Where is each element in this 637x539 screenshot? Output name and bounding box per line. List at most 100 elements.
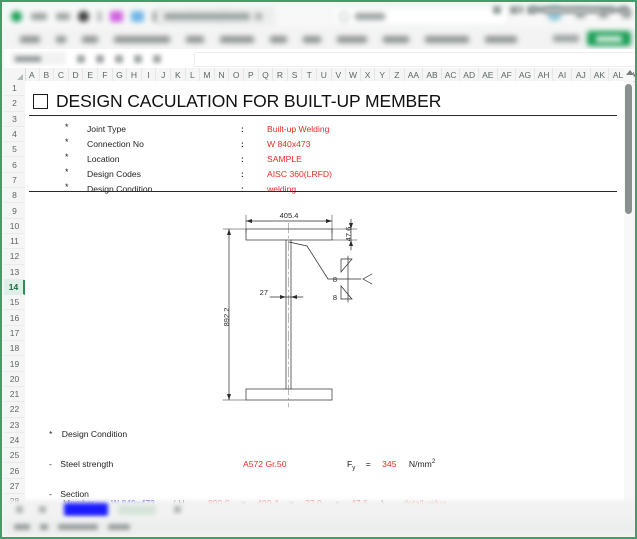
row-header-6[interactable]: 6 bbox=[4, 158, 25, 173]
row-header-1[interactable]: 1 bbox=[4, 81, 25, 97]
row-header-26[interactable]: 26 bbox=[4, 464, 25, 479]
prev-sheet-icon[interactable] bbox=[39, 506, 46, 513]
sheet-tab-active[interactable] bbox=[64, 503, 108, 516]
confirm-icon[interactable] bbox=[115, 54, 123, 63]
column-header-e[interactable]: E bbox=[83, 68, 98, 81]
vertical-scroll-thumb[interactable] bbox=[625, 84, 632, 214]
column-header-i[interactable]: I bbox=[142, 68, 157, 81]
row-header-17[interactable]: 17 bbox=[4, 326, 25, 342]
column-header-t[interactable]: T bbox=[302, 68, 317, 81]
column-header-p[interactable]: P bbox=[244, 68, 259, 81]
menu-review[interactable] bbox=[270, 35, 287, 43]
share-button[interactable] bbox=[587, 31, 631, 46]
column-header-k[interactable]: K bbox=[171, 68, 186, 81]
menu-plugins[interactable] bbox=[337, 35, 367, 43]
column-header-h[interactable]: H bbox=[127, 68, 142, 81]
column-header-aj[interactable]: AJ bbox=[572, 68, 591, 81]
brush-icon[interactable] bbox=[131, 11, 144, 22]
row-header-15[interactable]: 15 bbox=[4, 295, 25, 311]
quick-save-label[interactable] bbox=[31, 13, 47, 20]
row-header-12[interactable]: 12 bbox=[4, 249, 25, 265]
column-header-y[interactable]: Y bbox=[375, 68, 390, 81]
column-header-ae[interactable]: AE bbox=[479, 68, 498, 81]
row-header-18[interactable]: 18 bbox=[4, 341, 25, 357]
column-header-af[interactable]: AF bbox=[498, 68, 517, 81]
select-all-corner[interactable] bbox=[4, 68, 26, 81]
normal-view-icon[interactable] bbox=[493, 6, 501, 14]
column-header-b[interactable]: B bbox=[40, 68, 55, 81]
sheet-tab[interactable] bbox=[118, 504, 156, 515]
column-header-a[interactable]: A bbox=[25, 68, 40, 81]
document-title-cell[interactable]: DESIGN CACULATION FOR BUILT-UP MEMBER bbox=[33, 88, 613, 114]
row-header-14[interactable]: 14 bbox=[4, 279, 25, 296]
menu-data[interactable] bbox=[220, 35, 254, 43]
column-header-d[interactable]: D bbox=[69, 68, 84, 81]
formula-input[interactable] bbox=[194, 52, 635, 67]
column-header-q[interactable]: Q bbox=[259, 68, 274, 81]
column-header-u[interactable]: U bbox=[317, 68, 332, 81]
menu-cloud[interactable] bbox=[383, 35, 409, 43]
row-header-16[interactable]: 16 bbox=[4, 311, 25, 326]
preview-view-icon[interactable] bbox=[527, 6, 535, 14]
menu-special[interactable] bbox=[425, 35, 469, 43]
quick-open-label[interactable] bbox=[56, 13, 70, 20]
column-header-r[interactable]: R bbox=[273, 68, 288, 81]
column-header-o[interactable]: O bbox=[229, 68, 244, 81]
row-header-7[interactable]: 7 bbox=[4, 173, 25, 189]
row-header-20[interactable]: 20 bbox=[4, 372, 25, 387]
column-header-x[interactable]: X bbox=[361, 68, 376, 81]
column-header-m[interactable]: M bbox=[200, 68, 215, 81]
zoom-slider[interactable] bbox=[544, 7, 600, 13]
layout-view-icon[interactable] bbox=[510, 6, 518, 14]
menu-view[interactable] bbox=[82, 35, 98, 43]
column-header-l[interactable]: L bbox=[186, 68, 201, 81]
row-header-10[interactable]: 10 bbox=[4, 219, 25, 234]
first-sheet-icon[interactable] bbox=[16, 506, 23, 513]
collaborate-label[interactable] bbox=[553, 35, 579, 42]
name-box[interactable] bbox=[10, 52, 66, 65]
search-input[interactable] bbox=[332, 7, 509, 26]
document-tab[interactable] bbox=[157, 6, 275, 26]
row-header-2[interactable]: 2 bbox=[4, 96, 25, 112]
close-icon[interactable] bbox=[255, 12, 262, 20]
row-header-4[interactable]: 4 bbox=[4, 127, 25, 143]
column-header-ag[interactable]: AG bbox=[516, 68, 535, 81]
row-header-27[interactable]: 27 bbox=[4, 479, 25, 495]
vertical-scrollbar[interactable] bbox=[624, 68, 634, 506]
column-header-aa[interactable]: AA bbox=[405, 68, 424, 81]
column-header-v[interactable]: V bbox=[332, 68, 347, 81]
row-header-3[interactable]: 3 bbox=[4, 112, 25, 127]
row-header-19[interactable]: 19 bbox=[4, 356, 25, 372]
highlight-icon[interactable] bbox=[110, 11, 123, 22]
sheet-canvas[interactable]: DESIGN CACULATION FOR BUILT-UP MEMBER * … bbox=[25, 81, 628, 506]
menu-format[interactable] bbox=[186, 35, 204, 43]
row-header-11[interactable]: 11 bbox=[4, 234, 25, 250]
column-header-ac[interactable]: AC bbox=[442, 68, 461, 81]
status-icon[interactable] bbox=[40, 524, 48, 530]
menu-edit[interactable] bbox=[56, 35, 66, 43]
column-header-ah[interactable]: AH bbox=[535, 68, 554, 81]
chevron-down-icon[interactable] bbox=[97, 11, 102, 22]
column-header-ab[interactable]: AB bbox=[423, 68, 442, 81]
menu-file[interactable] bbox=[20, 35, 40, 43]
column-header-s[interactable]: S bbox=[288, 68, 303, 81]
column-header-ai[interactable]: AI bbox=[553, 68, 572, 81]
row-header-24[interactable]: 24 bbox=[4, 433, 25, 449]
column-header-z[interactable]: Z bbox=[390, 68, 405, 81]
menu-help[interactable] bbox=[485, 35, 517, 43]
row-header-5[interactable]: 5 bbox=[4, 142, 25, 158]
add-sheet-icon[interactable] bbox=[174, 506, 181, 513]
column-header-ak[interactable]: AK bbox=[591, 68, 610, 81]
cancel-icon[interactable] bbox=[96, 54, 104, 63]
column-header-w[interactable]: W bbox=[346, 68, 361, 81]
row-header-21[interactable]: 21 bbox=[4, 387, 25, 403]
column-header-c[interactable]: C bbox=[54, 68, 69, 81]
column-header-g[interactable]: G bbox=[113, 68, 128, 81]
record-icon[interactable] bbox=[78, 11, 89, 22]
function-icon[interactable] bbox=[134, 54, 142, 63]
column-header-f[interactable]: F bbox=[98, 68, 113, 81]
menu-tools[interactable] bbox=[303, 35, 321, 43]
column-header-ad[interactable]: AD bbox=[460, 68, 479, 81]
row-header-13[interactable]: 13 bbox=[4, 265, 25, 280]
row-header-8[interactable]: 8 bbox=[4, 188, 25, 204]
